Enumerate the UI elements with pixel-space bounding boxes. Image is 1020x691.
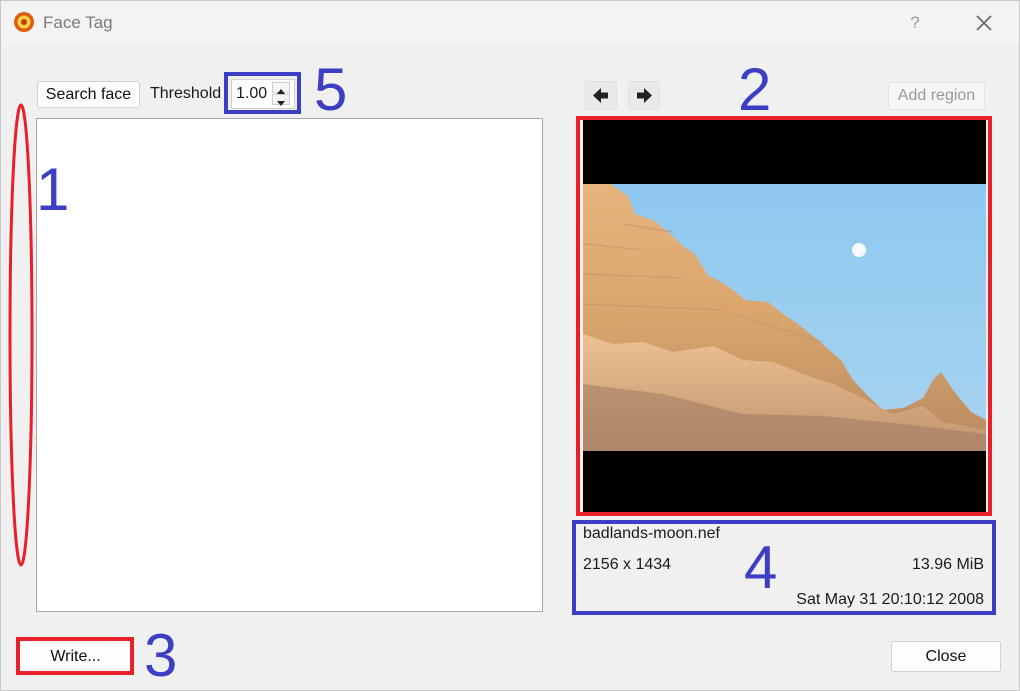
annotation-box-2 xyxy=(576,116,992,516)
arrow-left-icon xyxy=(593,88,608,103)
next-image-button[interactable] xyxy=(628,81,660,110)
app-logo-icon xyxy=(14,12,34,32)
annotation-number-1: 1 xyxy=(36,156,70,223)
annotation-number-3: 3 xyxy=(144,622,178,689)
annotation-number-4: 4 xyxy=(744,534,778,601)
annotation-box-3 xyxy=(16,637,134,675)
face-results-list[interactable] xyxy=(36,118,543,612)
window-title: Face Tag xyxy=(43,13,113,32)
annotation-number-5: 5 xyxy=(314,56,348,123)
close-window-icon[interactable] xyxy=(969,9,999,37)
title-bar: Face Tag ? xyxy=(1,1,1019,45)
annotation-box-4 xyxy=(572,520,996,615)
annotation-box-5 xyxy=(224,72,301,114)
threshold-label: Threshold xyxy=(150,85,222,102)
add-region-button[interactable]: Add region xyxy=(888,82,985,110)
annotation-number-2: 2 xyxy=(738,56,772,123)
help-button[interactable]: ? xyxy=(901,11,929,35)
search-face-button[interactable]: Search face xyxy=(37,81,140,108)
annotation-ellipse-1 xyxy=(8,103,34,567)
close-button[interactable]: Close xyxy=(891,641,1001,672)
previous-image-button[interactable] xyxy=(585,81,617,110)
arrow-right-icon xyxy=(637,88,652,103)
